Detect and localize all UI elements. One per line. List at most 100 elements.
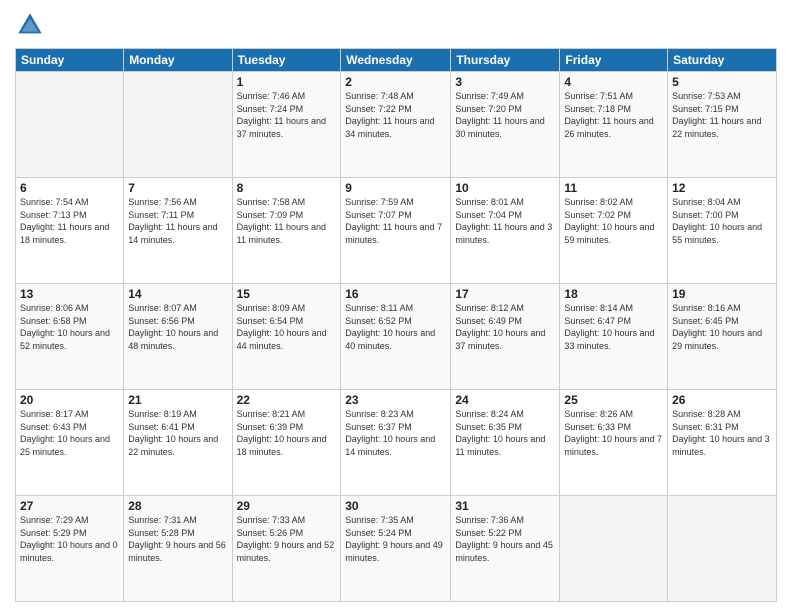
day-number: 12 <box>672 181 772 195</box>
calendar-day-cell: 26Sunrise: 8:28 AMSunset: 6:31 PMDayligh… <box>668 390 777 496</box>
calendar-day-cell: 8Sunrise: 7:58 AMSunset: 7:09 PMDaylight… <box>232 178 341 284</box>
day-number: 3 <box>455 75 555 89</box>
logo-icon <box>15 10 45 40</box>
calendar-header-saturday: Saturday <box>668 49 777 72</box>
calendar-day-cell: 14Sunrise: 8:07 AMSunset: 6:56 PMDayligh… <box>124 284 232 390</box>
day-number: 14 <box>128 287 227 301</box>
day-info: Sunrise: 8:11 AMSunset: 6:52 PMDaylight:… <box>345 302 446 352</box>
calendar-day-cell: 18Sunrise: 8:14 AMSunset: 6:47 PMDayligh… <box>560 284 668 390</box>
day-number: 17 <box>455 287 555 301</box>
calendar-week-row: 27Sunrise: 7:29 AMSunset: 5:29 PMDayligh… <box>16 496 777 602</box>
day-number: 19 <box>672 287 772 301</box>
calendar-day-cell: 3Sunrise: 7:49 AMSunset: 7:20 PMDaylight… <box>451 72 560 178</box>
day-number: 15 <box>237 287 337 301</box>
calendar-week-row: 13Sunrise: 8:06 AMSunset: 6:58 PMDayligh… <box>16 284 777 390</box>
day-number: 29 <box>237 499 337 513</box>
calendar-day-cell: 30Sunrise: 7:35 AMSunset: 5:24 PMDayligh… <box>341 496 451 602</box>
calendar-week-row: 6Sunrise: 7:54 AMSunset: 7:13 PMDaylight… <box>16 178 777 284</box>
calendar-day-cell: 31Sunrise: 7:36 AMSunset: 5:22 PMDayligh… <box>451 496 560 602</box>
day-info: Sunrise: 7:48 AMSunset: 7:22 PMDaylight:… <box>345 90 446 140</box>
calendar-day-cell: 10Sunrise: 8:01 AMSunset: 7:04 PMDayligh… <box>451 178 560 284</box>
day-number: 22 <box>237 393 337 407</box>
day-info: Sunrise: 7:51 AMSunset: 7:18 PMDaylight:… <box>564 90 663 140</box>
day-info: Sunrise: 8:14 AMSunset: 6:47 PMDaylight:… <box>564 302 663 352</box>
day-number: 7 <box>128 181 227 195</box>
header <box>15 10 777 40</box>
calendar-day-cell <box>16 72 124 178</box>
day-info: Sunrise: 8:07 AMSunset: 6:56 PMDaylight:… <box>128 302 227 352</box>
day-info: Sunrise: 7:29 AMSunset: 5:29 PMDaylight:… <box>20 514 119 564</box>
calendar-day-cell: 29Sunrise: 7:33 AMSunset: 5:26 PMDayligh… <box>232 496 341 602</box>
day-number: 1 <box>237 75 337 89</box>
day-info: Sunrise: 7:46 AMSunset: 7:24 PMDaylight:… <box>237 90 337 140</box>
day-number: 2 <box>345 75 446 89</box>
calendar-day-cell: 28Sunrise: 7:31 AMSunset: 5:28 PMDayligh… <box>124 496 232 602</box>
calendar-day-cell: 9Sunrise: 7:59 AMSunset: 7:07 PMDaylight… <box>341 178 451 284</box>
day-number: 30 <box>345 499 446 513</box>
page: SundayMondayTuesdayWednesdayThursdayFrid… <box>0 0 792 612</box>
day-info: Sunrise: 7:49 AMSunset: 7:20 PMDaylight:… <box>455 90 555 140</box>
calendar-table: SundayMondayTuesdayWednesdayThursdayFrid… <box>15 48 777 602</box>
calendar-day-cell: 17Sunrise: 8:12 AMSunset: 6:49 PMDayligh… <box>451 284 560 390</box>
day-info: Sunrise: 8:09 AMSunset: 6:54 PMDaylight:… <box>237 302 337 352</box>
day-number: 26 <box>672 393 772 407</box>
day-info: Sunrise: 8:12 AMSunset: 6:49 PMDaylight:… <box>455 302 555 352</box>
calendar-header-row: SundayMondayTuesdayWednesdayThursdayFrid… <box>16 49 777 72</box>
calendar-day-cell: 13Sunrise: 8:06 AMSunset: 6:58 PMDayligh… <box>16 284 124 390</box>
calendar-day-cell: 22Sunrise: 8:21 AMSunset: 6:39 PMDayligh… <box>232 390 341 496</box>
day-info: Sunrise: 8:02 AMSunset: 7:02 PMDaylight:… <box>564 196 663 246</box>
calendar-day-cell: 23Sunrise: 8:23 AMSunset: 6:37 PMDayligh… <box>341 390 451 496</box>
day-info: Sunrise: 8:01 AMSunset: 7:04 PMDaylight:… <box>455 196 555 246</box>
calendar-day-cell <box>668 496 777 602</box>
day-number: 28 <box>128 499 227 513</box>
calendar-header-sunday: Sunday <box>16 49 124 72</box>
day-info: Sunrise: 7:36 AMSunset: 5:22 PMDaylight:… <box>455 514 555 564</box>
calendar-day-cell: 24Sunrise: 8:24 AMSunset: 6:35 PMDayligh… <box>451 390 560 496</box>
day-number: 13 <box>20 287 119 301</box>
day-number: 11 <box>564 181 663 195</box>
calendar-day-cell: 12Sunrise: 8:04 AMSunset: 7:00 PMDayligh… <box>668 178 777 284</box>
day-info: Sunrise: 8:06 AMSunset: 6:58 PMDaylight:… <box>20 302 119 352</box>
day-info: Sunrise: 7:31 AMSunset: 5:28 PMDaylight:… <box>128 514 227 564</box>
day-number: 24 <box>455 393 555 407</box>
calendar-day-cell: 1Sunrise: 7:46 AMSunset: 7:24 PMDaylight… <box>232 72 341 178</box>
day-number: 18 <box>564 287 663 301</box>
day-number: 8 <box>237 181 337 195</box>
calendar-day-cell: 15Sunrise: 8:09 AMSunset: 6:54 PMDayligh… <box>232 284 341 390</box>
day-number: 9 <box>345 181 446 195</box>
day-number: 31 <box>455 499 555 513</box>
calendar-header-wednesday: Wednesday <box>341 49 451 72</box>
day-info: Sunrise: 7:53 AMSunset: 7:15 PMDaylight:… <box>672 90 772 140</box>
day-info: Sunrise: 7:59 AMSunset: 7:07 PMDaylight:… <box>345 196 446 246</box>
day-number: 23 <box>345 393 446 407</box>
day-info: Sunrise: 7:58 AMSunset: 7:09 PMDaylight:… <box>237 196 337 246</box>
day-number: 10 <box>455 181 555 195</box>
day-info: Sunrise: 8:17 AMSunset: 6:43 PMDaylight:… <box>20 408 119 458</box>
calendar-header-tuesday: Tuesday <box>232 49 341 72</box>
day-number: 21 <box>128 393 227 407</box>
logo <box>15 10 49 40</box>
calendar-day-cell <box>124 72 232 178</box>
calendar-day-cell <box>560 496 668 602</box>
calendar-day-cell: 21Sunrise: 8:19 AMSunset: 6:41 PMDayligh… <box>124 390 232 496</box>
day-info: Sunrise: 8:16 AMSunset: 6:45 PMDaylight:… <box>672 302 772 352</box>
day-info: Sunrise: 7:54 AMSunset: 7:13 PMDaylight:… <box>20 196 119 246</box>
calendar-header-monday: Monday <box>124 49 232 72</box>
day-info: Sunrise: 8:24 AMSunset: 6:35 PMDaylight:… <box>455 408 555 458</box>
calendar-day-cell: 6Sunrise: 7:54 AMSunset: 7:13 PMDaylight… <box>16 178 124 284</box>
day-info: Sunrise: 8:28 AMSunset: 6:31 PMDaylight:… <box>672 408 772 458</box>
day-number: 25 <box>564 393 663 407</box>
day-info: Sunrise: 8:21 AMSunset: 6:39 PMDaylight:… <box>237 408 337 458</box>
day-number: 4 <box>564 75 663 89</box>
day-info: Sunrise: 7:56 AMSunset: 7:11 PMDaylight:… <box>128 196 227 246</box>
calendar-day-cell: 11Sunrise: 8:02 AMSunset: 7:02 PMDayligh… <box>560 178 668 284</box>
calendar-header-friday: Friday <box>560 49 668 72</box>
day-number: 20 <box>20 393 119 407</box>
day-info: Sunrise: 8:23 AMSunset: 6:37 PMDaylight:… <box>345 408 446 458</box>
day-info: Sunrise: 7:33 AMSunset: 5:26 PMDaylight:… <box>237 514 337 564</box>
calendar-day-cell: 19Sunrise: 8:16 AMSunset: 6:45 PMDayligh… <box>668 284 777 390</box>
day-number: 27 <box>20 499 119 513</box>
day-number: 16 <box>345 287 446 301</box>
calendar-day-cell: 16Sunrise: 8:11 AMSunset: 6:52 PMDayligh… <box>341 284 451 390</box>
calendar-day-cell: 20Sunrise: 8:17 AMSunset: 6:43 PMDayligh… <box>16 390 124 496</box>
